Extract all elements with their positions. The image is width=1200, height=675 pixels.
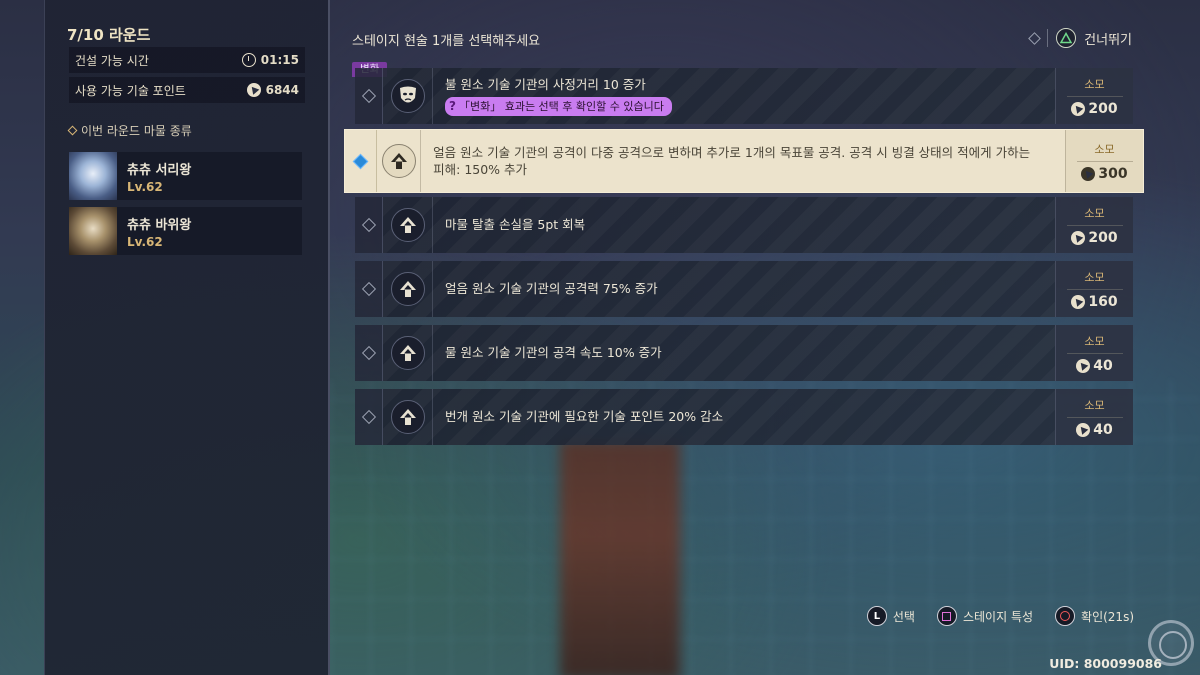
option-text: 번개 원소 기술 기관에 필요한 기술 포인트 20% 감소: [445, 409, 724, 425]
option-select-indicator: [345, 130, 377, 192]
confirm-hint[interactable]: 확인(21s): [1055, 606, 1134, 626]
clock-icon: [241, 53, 256, 67]
select-hint-label: 선택: [892, 609, 915, 624]
option-text: 마물 탈출 손실을 5pt 회복: [445, 217, 586, 233]
triangle-button-icon: [1056, 28, 1077, 48]
option-card[interactable]: 불 원소 기술 기관의 사정거리 10 증가 ? 「변화」 효과는 선택 후 확…: [355, 68, 1133, 124]
skip-button[interactable]: 건너뛰기: [1028, 28, 1132, 48]
upgrade-arrow-icon: [390, 400, 425, 434]
monster-name: 츄츄 서리왕: [127, 162, 192, 178]
select-hint[interactable]: L 선택: [866, 606, 915, 626]
question-mark-icon: ?: [449, 99, 456, 114]
build-time-value: 01:15: [260, 53, 299, 67]
upgrade-arrow-icon: [390, 336, 425, 370]
tech-points-row: 사용 가능 기술 포인트 6844: [69, 77, 305, 103]
option-select-indicator: [355, 197, 383, 253]
cost-label: 소모: [1084, 270, 1105, 284]
tech-point-icon: [1071, 294, 1086, 309]
round-title: 7/10 라운드: [67, 26, 151, 44]
build-time-label: 건설 가능 시간: [75, 53, 149, 68]
tech-point-icon: [1081, 166, 1096, 181]
change-note-text: 「변화」 효과는 선택 후 확인할 수 있습니다: [458, 100, 664, 114]
ice-monster-portrait-icon: [69, 152, 117, 200]
option-card-selected[interactable]: 얼음 원소 기술 기관의 공격이 다중 공격으로 변하며 추가로 1개의 목표물…: [344, 129, 1144, 193]
monster-level: Lv.62: [127, 234, 163, 249]
option-select-indicator: [355, 389, 383, 445]
background-tower: [560, 440, 680, 675]
stage-traits-hint[interactable]: 스테이지 특성: [936, 606, 1034, 626]
change-note-badge: ? 「변화」 효과는 선택 후 확인할 수 있습니다: [445, 97, 672, 117]
divider: [1047, 29, 1049, 47]
circle-button-icon: [1055, 606, 1076, 626]
upgrade-arrow-icon: [390, 272, 425, 306]
round-info-panel: 7/10 라운드 건설 가능 시간 01:15 사용 가능 기술 포인트 684…: [44, 0, 330, 675]
cost-value: 40: [1093, 421, 1113, 438]
cost-label: 소모: [1084, 206, 1105, 220]
tech-points-label: 사용 가능 기술 포인트: [75, 83, 186, 98]
monster-card[interactable]: 츄츄 바위왕 Lv.62: [69, 207, 302, 255]
tech-point-icon: [1071, 101, 1086, 116]
skip-label: 건너뛰기: [1084, 32, 1132, 48]
option-card[interactable]: 물 원소 기술 기관의 공격 속도 10% 증가 소모 40: [355, 325, 1133, 381]
stage-instruction: 스테이지 현술 1개를 선택해주세요: [352, 34, 541, 49]
option-text: 얼음 원소 기술 기관의 공격력 75% 증가: [445, 281, 658, 297]
l-stick-icon: L: [866, 606, 887, 626]
cost-label: 소모: [1094, 142, 1115, 156]
tech-points-value: 6844: [265, 83, 299, 97]
cost-value: 200: [1088, 229, 1118, 246]
option-card[interactable]: 얼음 원소 기술 기관의 공격력 75% 증가 소모 160: [355, 261, 1133, 317]
tech-point-icon: [1076, 358, 1091, 373]
option-select-indicator: [355, 261, 383, 317]
rock-monster-portrait-icon: [69, 207, 117, 255]
build-time-row: 건설 가능 시간 01:15: [69, 47, 305, 73]
monsters-section-label: 이번 라운드 마물 종류: [81, 124, 192, 138]
cost-value: 160: [1088, 293, 1118, 310]
cost-label: 소모: [1084, 334, 1105, 348]
cost-label: 소모: [1084, 77, 1105, 91]
option-text: 물 원소 기술 기관의 공격 속도 10% 증가: [445, 345, 662, 361]
stage-traits-label: 스테이지 특성: [962, 609, 1034, 624]
option-card[interactable]: 마물 탈출 손실을 5pt 회복 소모 200: [355, 197, 1133, 253]
uid-label: UID: 800099086: [1049, 656, 1162, 671]
option-card[interactable]: 번개 원소 기술 기관에 필요한 기술 포인트 20% 감소 소모 40: [355, 389, 1133, 445]
cost-value: 200: [1088, 100, 1118, 117]
option-text: 얼음 원소 기술 기관의 공격이 다중 공격으로 변하며 추가로 1개의 목표물…: [433, 144, 1031, 178]
option-text: 불 원소 기술 기관의 사정거리 10 증가: [445, 76, 646, 92]
monsters-section-header: 이번 라운드 마물 종류: [67, 122, 192, 139]
cost-value: 40: [1093, 357, 1113, 374]
diamond-bullet-icon: [67, 125, 78, 136]
mask-icon: [390, 79, 425, 113]
upgrade-arrow-icon: [381, 144, 416, 178]
controller-hints: L 선택 스테이지 특성 확인(21s): [866, 606, 1134, 626]
cost-label: 소모: [1084, 398, 1105, 412]
diamond-icon: [1028, 31, 1042, 45]
monster-level: Lv.62: [127, 179, 163, 194]
tech-point-icon: [246, 83, 261, 97]
tech-point-icon: [1076, 422, 1091, 437]
confirm-label: 확인(21s): [1081, 609, 1134, 624]
cost-value: 300: [1098, 165, 1128, 182]
option-select-indicator: [355, 68, 383, 124]
monster-card[interactable]: 츄츄 서리왕 Lv.62: [69, 152, 302, 200]
monster-name: 츄츄 바위왕: [127, 217, 192, 233]
option-select-indicator: [355, 325, 383, 381]
upgrade-arrow-icon: [390, 208, 425, 242]
tech-point-icon: [1071, 230, 1086, 245]
square-button-icon: [936, 606, 957, 626]
